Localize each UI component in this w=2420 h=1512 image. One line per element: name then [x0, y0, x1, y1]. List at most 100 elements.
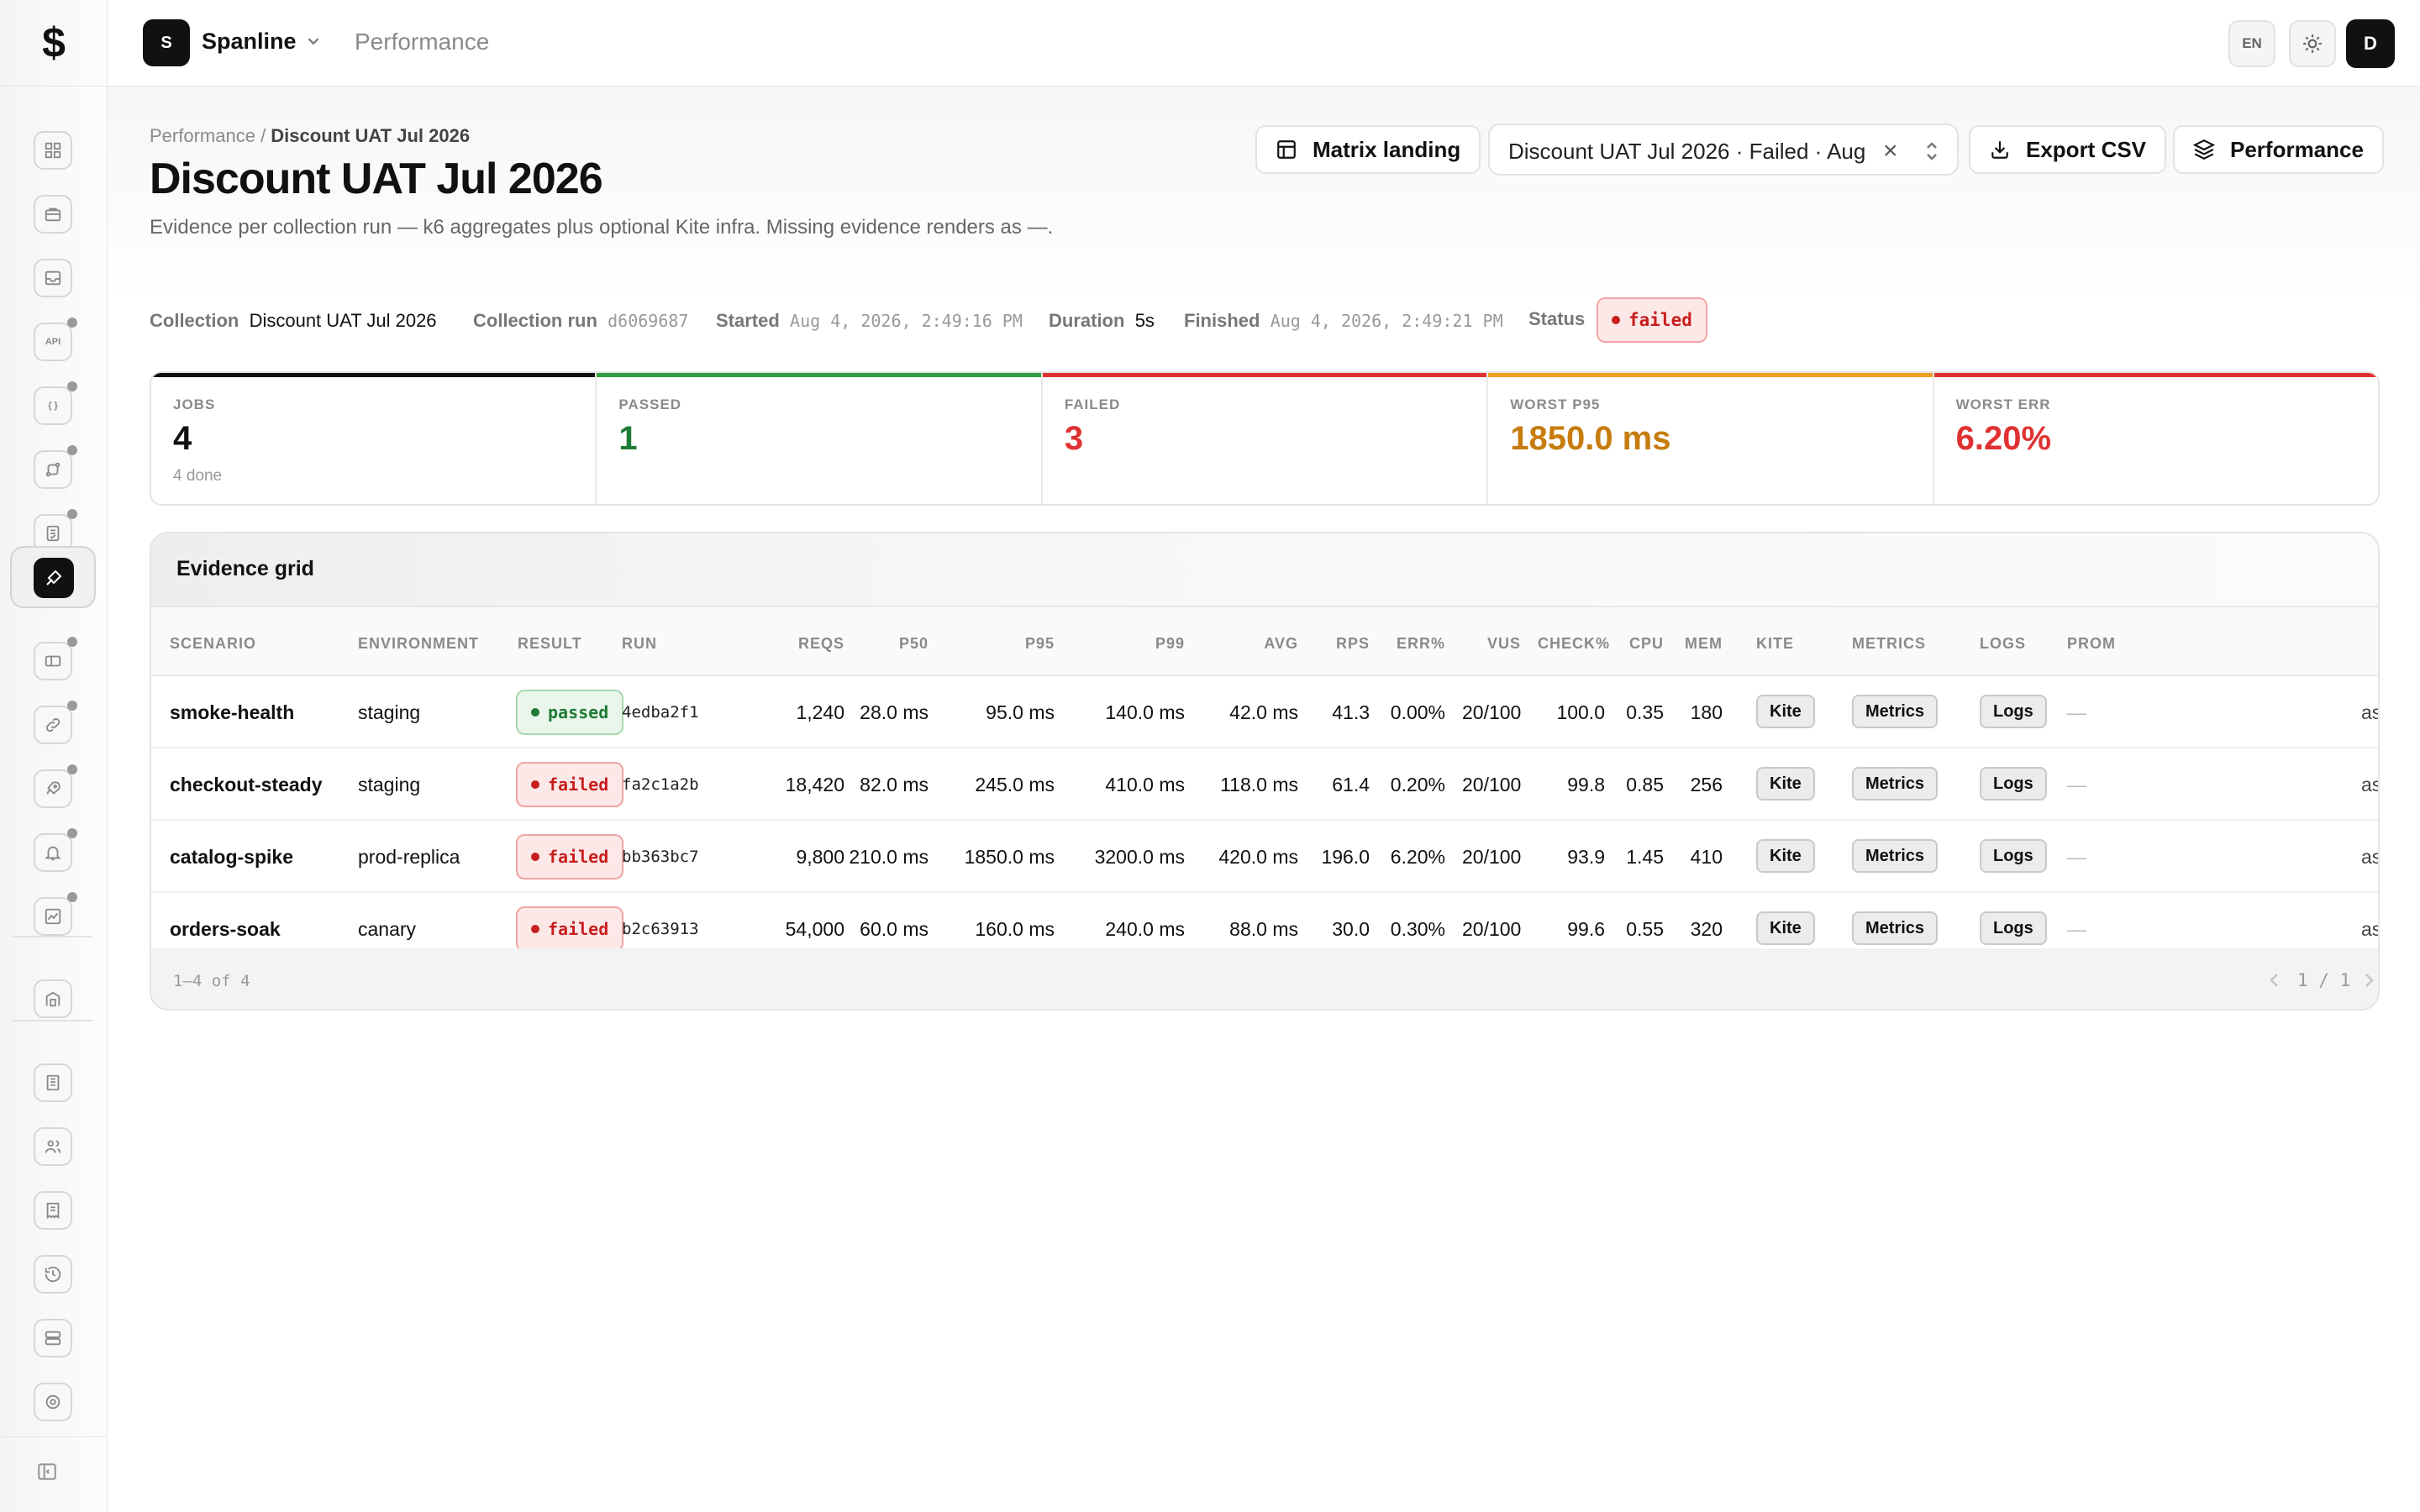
cell-truncated: as: [2361, 846, 2380, 868]
metrics-button[interactable]: Metrics: [1852, 839, 1939, 873]
column-header-p99[interactable]: P99: [1067, 635, 1185, 653]
column-header-cpu[interactable]: CPU: [1613, 635, 1664, 653]
sidebar-item-api[interactable]: API: [34, 318, 77, 361]
sidebar-item-receipt[interactable]: [34, 1191, 72, 1230]
breadcrumb-parent-link[interactable]: Performance: [150, 125, 255, 146]
sidebar-item-users[interactable]: [34, 1127, 72, 1166]
ledger-icon: [46, 1074, 60, 1091]
sidebar-item-settings[interactable]: [34, 1383, 72, 1421]
column-header-prom[interactable]: PROM: [2067, 635, 2134, 653]
sidebar-item-performance[interactable]: [10, 546, 96, 608]
cell-scenario[interactable]: smoke-health: [170, 701, 338, 724]
column-header-logs[interactable]: LOGS: [1980, 635, 2064, 653]
column-header-reqs[interactable]: REQS: [744, 635, 844, 653]
logs-button[interactable]: Logs: [1980, 767, 2047, 801]
column-header-avg[interactable]: AVG: [1197, 635, 1298, 653]
sidebar-item-route[interactable]: [34, 445, 77, 489]
collection-run-select-value: Discount UAT Jul 2026 · Failed · Aug: [1508, 139, 1866, 164]
metrics-button[interactable]: Metrics: [1852, 767, 1939, 801]
cell-mem: 410: [1690, 846, 1723, 868]
sidebar-item-chart[interactable]: [34, 892, 77, 936]
metrics-button[interactable]: Metrics: [1852, 695, 1939, 728]
sidebar-item-braces[interactable]: { }: [34, 381, 77, 425]
column-header-p95[interactable]: P95: [937, 635, 1055, 653]
column-header-vus[interactable]: VUS: [1462, 635, 1521, 653]
sidebar-item-server[interactable]: [34, 1319, 72, 1357]
column-header-err-pct[interactable]: ERR%: [1378, 635, 1445, 653]
cell-avg: 420.0 ms: [1218, 846, 1298, 868]
export-csv-button[interactable]: Export CSV: [1969, 125, 2167, 174]
notification-dot: [67, 509, 77, 519]
sidebar-item-briefcase[interactable]: [34, 195, 72, 234]
sidebar-item-ledger[interactable]: [34, 1063, 72, 1102]
cell-run[interactable]: fa2c1a2b: [622, 775, 723, 794]
app-logo[interactable]: $: [0, 0, 108, 86]
kite-button[interactable]: Kite: [1756, 911, 1815, 945]
cell-run[interactable]: 4edba2f1: [622, 703, 723, 722]
kite-button[interactable]: Kite: [1756, 695, 1815, 728]
row-count: 1–4 of 4: [173, 972, 250, 990]
logs-button[interactable]: Logs: [1980, 911, 2047, 945]
column-header-rps[interactable]: RPS: [1302, 635, 1370, 653]
column-header-p50[interactable]: P50: [844, 635, 929, 653]
kite-button[interactable]: Kite: [1756, 839, 1815, 873]
cell-scenario[interactable]: checkout-steady: [170, 774, 338, 796]
table-row[interactable]: checkout-steady staging failed fa2c1a2b 18,4…: [151, 748, 2378, 821]
result-dot-icon: [531, 853, 539, 861]
collection-run-select[interactable]: Discount UAT Jul 2026 · Failed · Aug ×: [1488, 123, 1959, 176]
cell-check: 99.8: [1567, 774, 1605, 795]
cell-scenario[interactable]: catalog-spike: [170, 846, 338, 869]
notification-dot: [67, 637, 77, 647]
sidebar-item-ticket[interactable]: [34, 637, 77, 680]
column-header-metrics[interactable]: METRICS: [1852, 635, 1936, 653]
kite-button[interactable]: Kite: [1756, 767, 1815, 801]
column-header-scenario[interactable]: SCENARIO: [170, 635, 338, 653]
column-header-run[interactable]: RUN: [622, 635, 723, 653]
table-header: SCENARIO ENVIRONMENT RESULT RUN REQS P50 P95 P9…: [151, 607, 2378, 676]
result-text: failed: [548, 847, 609, 867]
column-header-environment[interactable]: ENVIRONMENT: [358, 635, 509, 653]
sidebar-item-inbox[interactable]: [34, 259, 72, 297]
sidebar-item-rocket[interactable]: [34, 764, 77, 808]
column-header-mem[interactable]: MEM: [1672, 635, 1723, 653]
sidebar-item-building[interactable]: [34, 979, 72, 1018]
collapse-sidebar-button[interactable]: [35, 1460, 59, 1483]
performance-button[interactable]: Performance: [2173, 125, 2384, 174]
cell-reqs: 1,240: [796, 701, 844, 723]
next-page-icon[interactable]: [2361, 972, 2376, 993]
prev-page-icon[interactable]: [2267, 972, 2282, 993]
logs-button[interactable]: Logs: [1980, 695, 2047, 728]
sidebar-item-link[interactable]: [34, 701, 77, 744]
cell-vus: 20/100: [1462, 846, 1522, 868]
sidebar-item-history[interactable]: [34, 1255, 72, 1294]
cell-run[interactable]: b2c63913: [622, 920, 723, 938]
matrix-landing-button[interactable]: Matrix landing: [1255, 125, 1481, 174]
user-avatar[interactable]: D: [2346, 19, 2395, 68]
workspace-avatar[interactable]: S: [143, 19, 190, 66]
logs-button[interactable]: Logs: [1980, 839, 2047, 873]
table-row[interactable]: catalog-spike prod-replica failed bb363bc7 9…: [151, 821, 2378, 893]
stat-value: 3: [1064, 420, 1084, 457]
notification-dot: [67, 828, 77, 838]
stat-value: 6.20%: [1955, 420, 2052, 457]
cell-p50: 82.0 ms: [860, 774, 929, 795]
chevron-down-icon[interactable]: [304, 32, 323, 50]
cell-err: 0.00%: [1390, 701, 1445, 723]
column-header-check-pct[interactable]: CHECK%: [1538, 635, 1609, 653]
sidebar-divider: [0, 1436, 108, 1437]
status-dot-icon: [1612, 316, 1620, 324]
column-header-kite[interactable]: KITE: [1756, 635, 1823, 653]
sidebar-item-dashboard[interactable]: [34, 131, 72, 170]
stat-sub: 4 done: [173, 467, 223, 485]
cell-vus: 20/100: [1462, 918, 1522, 940]
language-button[interactable]: EN: [2228, 20, 2275, 67]
cell-run[interactable]: bb363bc7: [622, 848, 723, 866]
theme-toggle-button[interactable]: [2289, 20, 2336, 67]
workspace-name[interactable]: Spanline: [202, 29, 297, 55]
sidebar-item-bell[interactable]: [34, 828, 77, 872]
cell-mem: 320: [1690, 918, 1723, 940]
cell-scenario[interactable]: orders-soak: [170, 918, 338, 941]
metrics-button[interactable]: Metrics: [1852, 911, 1939, 945]
clear-selection-icon[interactable]: ×: [1883, 137, 1898, 165]
table-row[interactable]: smoke-health staging passed 4edba2f1 1,240 28…: [151, 676, 2378, 748]
